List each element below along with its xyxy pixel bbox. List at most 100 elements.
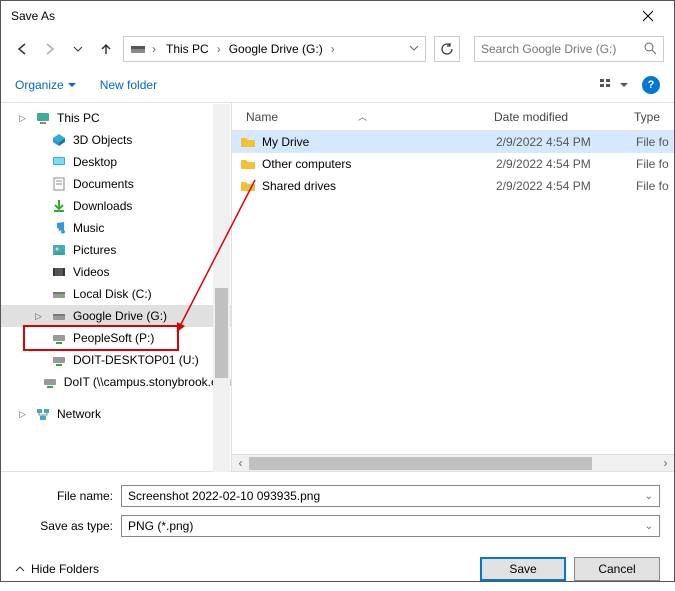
- netdrive-icon: [51, 352, 67, 368]
- chevron-down-icon[interactable]: ⌄: [645, 491, 653, 502]
- tree-item[interactable]: Documents: [1, 173, 231, 195]
- chevron-right-icon: ›: [150, 42, 158, 56]
- column-type-header[interactable]: Type: [634, 110, 674, 124]
- tree-item[interactable]: Desktop: [1, 151, 231, 173]
- file-name: Other computers: [262, 157, 496, 171]
- tree-item[interactable]: Pictures: [1, 239, 231, 261]
- tree-item-label: DOIT-DESKTOP01 (U:): [73, 353, 199, 367]
- navigation-pane[interactable]: ▷This PC 3D Objects Desktop Documents Downlo…: [1, 103, 231, 471]
- address-dropdown[interactable]: [409, 42, 419, 56]
- tree-item-label: Documents: [73, 177, 134, 191]
- scroll-right-button[interactable]: ›: [657, 455, 674, 472]
- expand-icon[interactable]: ▷: [19, 113, 29, 124]
- file-row[interactable]: Shared drives2/9/2022 4:54 PMFile fo: [232, 175, 674, 197]
- file-date: 2/9/2022 4:54 PM: [496, 135, 636, 149]
- netdrive-icon: [51, 330, 67, 346]
- search-input[interactable]: [481, 42, 643, 56]
- tree-item[interactable]: Local Disk (C:): [1, 283, 231, 305]
- search-icon: [643, 41, 657, 58]
- tree-item-label: 3D Objects: [73, 133, 132, 147]
- file-row[interactable]: My Drive2/9/2022 4:54 PMFile fo: [232, 131, 674, 153]
- tree-item[interactable]: ▷This PC: [1, 107, 231, 129]
- chevron-down-icon: [409, 43, 419, 53]
- file-list-pane: Name︿ Date modified Type My Drive2/9/202…: [231, 103, 674, 471]
- tree-item[interactable]: DoIT (\\campus.stonybrook.edu: [1, 371, 231, 393]
- form-area: File name: Screenshot 2022-02-10 093935.…: [1, 475, 674, 551]
- tree-item[interactable]: 3D Objects: [1, 129, 231, 151]
- file-date: 2/9/2022 4:54 PM: [496, 157, 636, 171]
- tree-item[interactable]: Downloads: [1, 195, 231, 217]
- downloads-icon: [51, 198, 67, 214]
- file-type: File fo: [636, 179, 674, 193]
- chevron-down-icon: [73, 44, 83, 54]
- column-date-header[interactable]: Date modified: [494, 110, 634, 124]
- expand-icon[interactable]: ▷: [19, 409, 29, 420]
- forward-button[interactable]: [39, 38, 61, 60]
- tree-item-label: Local Disk (C:): [73, 287, 152, 301]
- cancel-button[interactable]: Cancel: [574, 557, 660, 581]
- chevron-right-icon: ›: [329, 42, 337, 56]
- chevron-right-icon: ›: [215, 42, 223, 56]
- tree-item[interactable]: PeopleSoft (P:): [1, 327, 231, 349]
- file-name: My Drive: [262, 135, 496, 149]
- help-button[interactable]: ?: [642, 76, 660, 94]
- tree-item-label: Pictures: [73, 243, 116, 257]
- chevron-down-icon: [620, 81, 628, 89]
- save-as-dialog: Save As › This PC › Google Drive (G:) ›: [0, 0, 675, 582]
- scroll-left-button[interactable]: ‹: [232, 455, 249, 472]
- refresh-icon: [440, 42, 454, 56]
- tree-item-label: Google Drive (G:): [73, 309, 167, 323]
- filename-input[interactable]: Screenshot 2022-02-10 093935.png⌄: [121, 485, 660, 507]
- save-button[interactable]: Save: [480, 557, 566, 581]
- arrow-up-icon: [99, 42, 113, 56]
- arrow-right-icon: [43, 42, 57, 56]
- up-button[interactable]: [95, 38, 117, 60]
- recent-dropdown[interactable]: [67, 38, 89, 60]
- file-name: Shared drives: [262, 179, 496, 193]
- list-view-icon: [600, 78, 618, 92]
- chevron-down-icon: [68, 81, 76, 89]
- scrollbar-thumb[interactable]: [215, 288, 228, 378]
- address-bar[interactable]: › This PC › Google Drive (G:) ›: [123, 36, 426, 62]
- tree-item-label: PeopleSoft (P:): [73, 331, 154, 345]
- filetype-dropdown[interactable]: PNG (*.png)⌄: [121, 515, 660, 537]
- tree-item-label: Music: [73, 221, 104, 235]
- back-button[interactable]: [11, 38, 33, 60]
- file-type: File fo: [636, 157, 674, 171]
- tree-item[interactable]: Videos: [1, 261, 231, 283]
- breadcrumb-item[interactable]: This PC: [162, 40, 213, 58]
- desktop-icon: [51, 154, 67, 170]
- hide-folders-toggle[interactable]: Hide Folders: [15, 562, 99, 576]
- expand-icon[interactable]: ▷: [35, 311, 45, 322]
- chevron-down-icon[interactable]: ⌄: [645, 521, 653, 532]
- view-options-button[interactable]: [596, 76, 632, 94]
- breadcrumb: This PC › Google Drive (G:) ›: [162, 40, 405, 58]
- search-box[interactable]: [474, 36, 664, 62]
- tree-item[interactable]: DOIT-DESKTOP01 (U:): [1, 349, 231, 371]
- scrollbar-thumb[interactable]: [249, 457, 592, 470]
- close-button[interactable]: [626, 1, 670, 31]
- new-folder-button[interactable]: New folder: [100, 78, 157, 92]
- tree-item-label: DoIT (\\campus.stonybrook.edu: [64, 375, 231, 389]
- file-row[interactable]: Other computers2/9/2022 4:54 PMFile fo: [232, 153, 674, 175]
- tree-item[interactable]: ▷ Network: [1, 403, 231, 425]
- dialog-footer: Hide Folders Save Cancel: [1, 551, 674, 591]
- drive-icon: [130, 41, 146, 57]
- filename-label: File name:: [15, 489, 121, 503]
- tree-item-label: Network: [57, 407, 101, 421]
- sidebar-scrollbar[interactable]: [213, 104, 230, 472]
- file-rows[interactable]: My Drive2/9/2022 4:54 PMFile foOther com…: [232, 131, 674, 454]
- file-date: 2/9/2022 4:54 PM: [496, 179, 636, 193]
- folder-icon: [240, 134, 256, 150]
- tree-item[interactable]: ▷ Google Drive (G:): [1, 305, 231, 327]
- breadcrumb-item[interactable]: Google Drive (G:): [225, 40, 327, 58]
- refresh-button[interactable]: [434, 36, 460, 62]
- documents-icon: [51, 176, 67, 192]
- column-name-header[interactable]: Name︿: [246, 110, 494, 124]
- scrollbar-track[interactable]: [249, 455, 657, 472]
- horizontal-scrollbar[interactable]: ‹ ›: [232, 454, 674, 471]
- tree-item-label: Desktop: [73, 155, 117, 169]
- organize-menu[interactable]: Organize: [15, 78, 76, 92]
- tree-item[interactable]: Music: [1, 217, 231, 239]
- folder-icon: [240, 156, 256, 172]
